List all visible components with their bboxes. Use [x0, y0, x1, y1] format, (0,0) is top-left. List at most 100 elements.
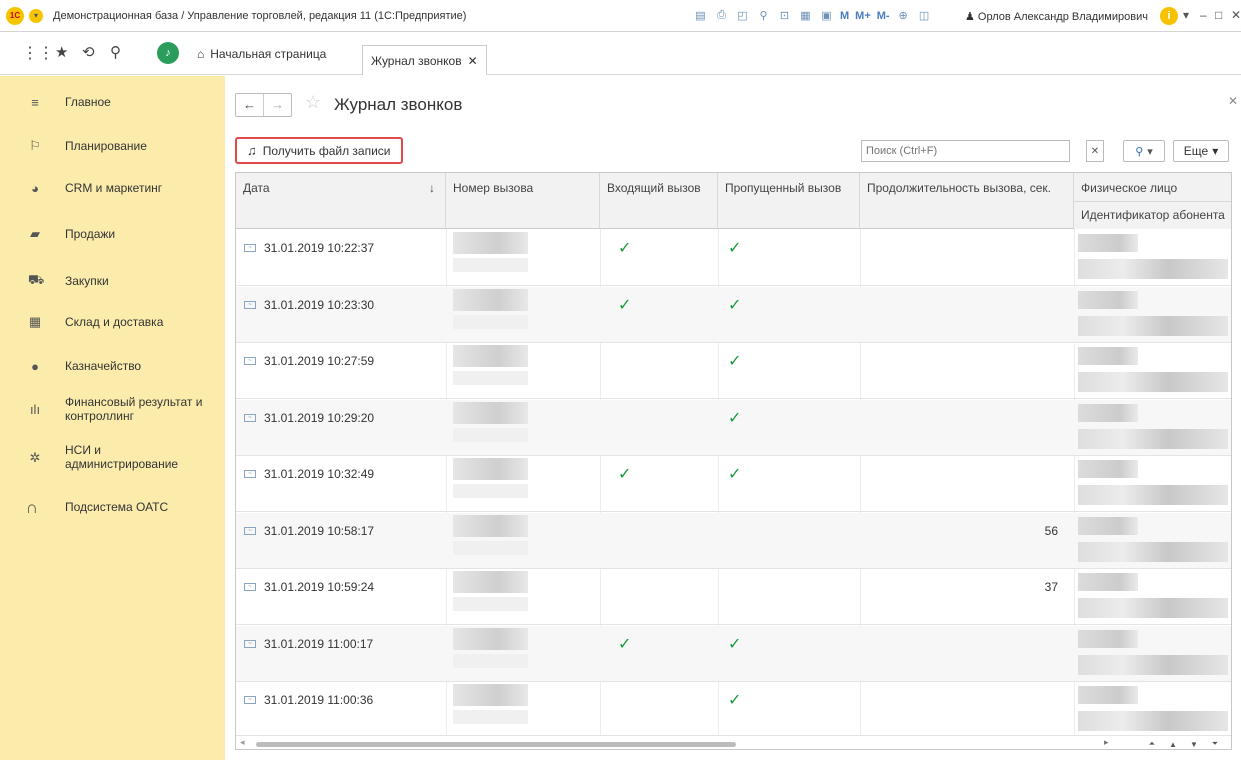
sort-arrow-icon: ↓	[429, 181, 435, 195]
date-text: 31.01.2019 10:32:49	[264, 467, 375, 481]
info-icon[interactable]: i	[1160, 7, 1178, 25]
call-number-redacted	[453, 484, 528, 498]
call-number-redacted	[453, 371, 528, 385]
chevron-down-icon: ▾	[1212, 144, 1219, 158]
search-input[interactable]	[861, 140, 1070, 162]
minimize-icon[interactable]: –	[1200, 8, 1207, 22]
scrollbar-thumb[interactable]	[256, 742, 736, 747]
missed-check-icon: ✓	[728, 466, 742, 483]
record-icon: ~	[244, 526, 256, 535]
record-icon: ~	[244, 639, 256, 648]
sidebar-item-admin[interactable]: ✲ НСИ и администрирование	[0, 442, 225, 472]
first-row-icon[interactable]: ⏶	[1143, 738, 1161, 749]
table-row[interactable]: ~31.01.2019 10:27:59 ✓	[236, 343, 1231, 399]
tab-home-label: Начальная страница	[210, 47, 327, 61]
memory-plus-button[interactable]: M+	[855, 10, 871, 22]
more-button[interactable]: Еще ▾	[1173, 140, 1229, 162]
call-number-redacted	[453, 427, 528, 442]
preview-icon[interactable]: ◰	[735, 8, 750, 23]
col-header-duration[interactable]: Продолжительность вызова, сек.	[860, 173, 1074, 229]
missed-check-icon: ✓	[728, 409, 742, 427]
tab-call-journal[interactable]: Журнал звонков ✕	[362, 45, 487, 75]
table-row[interactable]: ~31.01.2019 10:32:49 ✓ ✓	[236, 456, 1231, 512]
tab-close-icon[interactable]: ✕	[468, 54, 478, 68]
subscriber-id-redacted	[1078, 428, 1228, 449]
table-row[interactable]: ~31.01.2019 11:00:17 ✓ ✓	[236, 625, 1231, 682]
sidebar-item-oats[interactable]: ∩ Подсистема ОАТС	[0, 498, 225, 518]
prev-row-icon[interactable]: ▲	[1164, 738, 1182, 749]
sidebar-item-planning[interactable]: ⚐ Планирование	[0, 138, 225, 154]
horizontal-scrollbar[interactable]: ◂ ▸ ⏶ ▲ ▼ ⏷	[236, 735, 1231, 749]
history-icon[interactable]: ⟲	[82, 43, 95, 61]
sidebar-item-purchases[interactable]: ⛟ Закупки	[0, 272, 225, 289]
link-icon[interactable]: ⊡	[777, 8, 792, 23]
user-icon: ♟	[965, 11, 978, 23]
tab-home[interactable]: ⌂ Начальная страница	[197, 33, 326, 75]
memory-minus-button[interactable]: M-	[877, 10, 890, 22]
close-icon[interactable]: ✕	[1231, 8, 1241, 22]
memory-button[interactable]: M	[840, 10, 849, 22]
save-icon[interactable]: ▤	[693, 8, 708, 23]
search-button[interactable]: ⚲ ▾	[1123, 140, 1165, 162]
table-row[interactable]: ~31.01.2019 10:58:17 56	[236, 512, 1231, 569]
incoming-check-icon: ✓	[618, 240, 632, 257]
call-number-redacted	[453, 571, 528, 593]
sidebar-item-warehouse[interactable]: ▦ Склад и доставка	[0, 314, 225, 330]
user-name[interactable]: ♟ Орлов Александр Владимирович	[965, 10, 1148, 23]
notifications-bell-icon[interactable]: ♪	[157, 42, 179, 64]
table-row[interactable]: ~31.01.2019 10:23:30 ✓ ✓	[236, 286, 1231, 343]
sidebar-item-crm[interactable]: ◕ CRM и маркетинг	[0, 180, 225, 196]
window-titlebar: 1С ▾ Демонстрационная база / Управление …	[0, 0, 1241, 32]
get-recording-file-button[interactable]: ♫ Получить файл записи	[235, 137, 403, 164]
print-icon[interactable]: ⎙	[714, 8, 729, 23]
subscriber-id-redacted	[1078, 541, 1228, 562]
attach-icon[interactable]: ⚲	[756, 8, 771, 23]
col-header-incoming[interactable]: Входящий вызов	[600, 173, 718, 229]
table-row[interactable]: ~31.01.2019 10:29:20 ✓	[236, 399, 1231, 456]
pie-icon: ◕	[31, 180, 39, 196]
sidebar-item-treasury[interactable]: ● Казначейство	[0, 358, 225, 374]
cell-date: ~31.01.2019 10:23:30	[244, 298, 374, 312]
maximize-icon[interactable]: □	[1215, 8, 1222, 22]
search-icon[interactable]: ⚲	[110, 43, 121, 61]
missed-check-icon: ✓	[728, 692, 742, 709]
table-row[interactable]: ~31.01.2019 10:59:24 37	[236, 569, 1231, 625]
call-number-redacted	[453, 514, 528, 537]
forward-arrow-icon[interactable]: →	[263, 94, 291, 116]
table-row[interactable]: ~31.01.2019 11:00:36 ✓	[236, 682, 1231, 738]
search-clear-icon[interactable]: ✕	[1086, 140, 1104, 162]
last-row-icon[interactable]: ⏷	[1206, 738, 1224, 749]
subscriber-id-redacted	[1078, 654, 1228, 675]
record-icon: ~	[244, 300, 256, 309]
sidebar-item-main[interactable]: ≡ Главное	[0, 94, 225, 110]
chevron-down-icon[interactable]: ▾	[1183, 8, 1189, 22]
col-header-date[interactable]: Дата ↓	[236, 173, 446, 229]
favorite-star-icon[interactable]: ☆	[305, 92, 321, 113]
sidebar-item-finance[interactable]: ılı Финансовый результат и контроллинг	[0, 394, 225, 424]
panels-icon[interactable]: ◫	[917, 8, 932, 23]
col-header-missed[interactable]: Пропущенный вызов	[718, 173, 860, 229]
call-number-redacted	[453, 345, 528, 367]
col-header-call-number[interactable]: Номер вызова	[446, 173, 600, 229]
table-row[interactable]: ~31.01.2019 10:22:37 ✓ ✓	[236, 230, 1231, 286]
subscriber-id-redacted	[1078, 711, 1228, 731]
calculator-icon[interactable]: ▦	[798, 8, 813, 23]
col-header-subscriber-id[interactable]: Идентификатор абонента	[1074, 201, 1231, 229]
page-title: Журнал звонков	[334, 95, 463, 114]
calendar-icon[interactable]: ▣	[819, 8, 834, 23]
sidebar-item-sales[interactable]: ▰ Продажи	[0, 226, 225, 242]
col-header-person[interactable]: Физическое лицо	[1074, 173, 1231, 201]
close-form-icon[interactable]: ✕	[1228, 94, 1238, 108]
grid-menu-icon[interactable]: ⋮⋮	[22, 43, 54, 63]
cell-date: ~31.01.2019 10:29:20	[244, 411, 374, 425]
scroll-left-icon[interactable]: ◂	[240, 737, 245, 748]
main-menu-dropdown-icon[interactable]: ▾	[29, 8, 43, 23]
record-icon: ~	[244, 470, 256, 478]
scroll-right-icon[interactable]: ▸	[1104, 737, 1109, 748]
calls-table[interactable]: Дата ↓ Номер вызова Входящий вызов Пропу…	[235, 172, 1232, 750]
zoom-icon[interactable]: ⊕	[896, 8, 911, 23]
favorites-star-icon[interactable]: ★	[55, 43, 68, 61]
next-row-icon[interactable]: ▼	[1185, 738, 1203, 749]
back-arrow-icon[interactable]: ←	[236, 94, 263, 116]
call-number-redacted	[453, 258, 528, 272]
